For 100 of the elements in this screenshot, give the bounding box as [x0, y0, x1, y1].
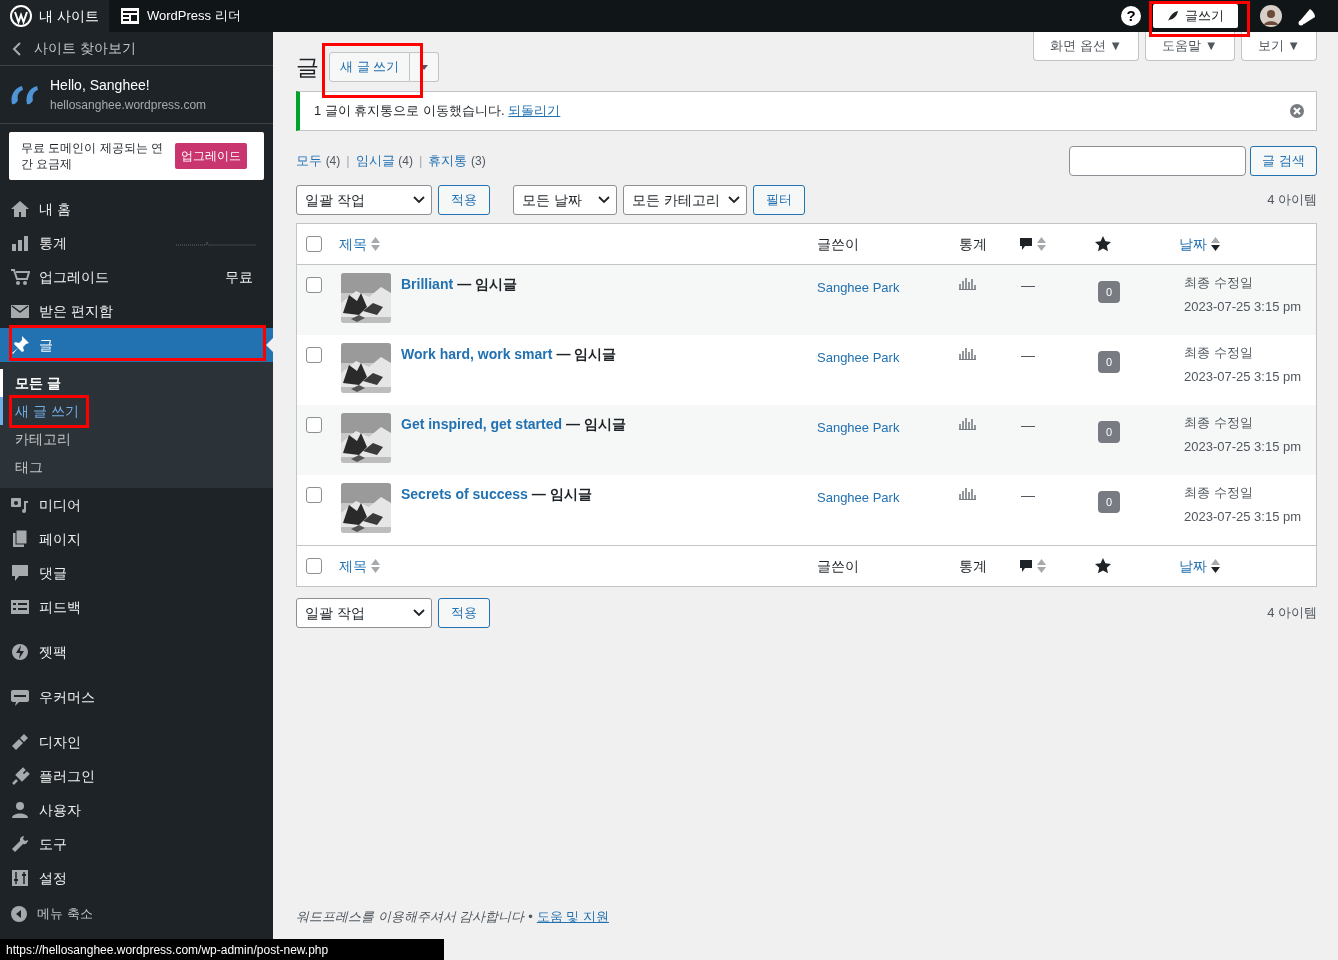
- post-state: — 임시글: [566, 416, 626, 432]
- author-link[interactable]: Sanghee Park: [817, 420, 900, 435]
- form-icon: [10, 597, 30, 617]
- screen-options-tab[interactable]: 보기 ▼: [1240, 32, 1317, 61]
- menu-item[interactable]: 업그레이드 무료: [0, 260, 273, 294]
- post-title-link[interactable]: Get inspired, get started: [401, 416, 563, 432]
- comment-count: —: [1021, 347, 1035, 363]
- reader-link[interactable]: WordPress 리더: [108, 0, 253, 32]
- bolt-icon: [10, 642, 30, 662]
- column-header: 통계: [959, 234, 987, 254]
- screen-options-tab[interactable]: 화면 옵션 ▼: [1032, 32, 1140, 61]
- column-sort-link[interactable]: 날짜: [1179, 555, 1207, 577]
- footer-text: 워드프레스를 이용해주셔서 감사합니다: [296, 907, 525, 926]
- author-link[interactable]: Sanghee Park: [817, 280, 900, 295]
- menu-item[interactable]: 페이지: [0, 522, 273, 556]
- menu-item[interactable]: 플러그인: [0, 759, 273, 793]
- comment-count: —: [1021, 417, 1035, 433]
- chevron-down-icon: [598, 196, 610, 204]
- author-link[interactable]: Sanghee Park: [817, 350, 900, 365]
- menu-item[interactable]: 도구: [0, 827, 273, 861]
- separator: |: [346, 152, 350, 171]
- back-link[interactable]: 사이트 찾아보기: [0, 32, 273, 66]
- stats-icon[interactable]: [959, 276, 976, 290]
- select-field[interactable]: 모든 날짜: [513, 185, 617, 215]
- checkbox[interactable]: [306, 236, 322, 252]
- secondary-button[interactable]: 적용: [438, 598, 490, 628]
- menu-item[interactable]: 미디어: [0, 488, 273, 522]
- menu-item[interactable]: 내 홈: [0, 192, 273, 226]
- media-icon: [10, 495, 30, 515]
- user-icon: [10, 800, 30, 820]
- checkbox[interactable]: [306, 558, 322, 574]
- menu-item[interactable]: 젯팩: [0, 635, 273, 669]
- checkbox[interactable]: [306, 277, 322, 293]
- checkbox[interactable]: [306, 487, 322, 503]
- view-filter-link[interactable]: 휴지통 (3): [428, 151, 486, 171]
- stats-icon[interactable]: [959, 486, 976, 500]
- site-greeting: Hello, Sanghee!: [50, 76, 151, 95]
- submenu-item[interactable]: 카테고리: [0, 425, 273, 453]
- submenu-item[interactable]: 모든 글: [0, 369, 273, 397]
- wordpress-logo-icon: [10, 5, 32, 27]
- column-sort-link[interactable]: 제목: [339, 233, 367, 255]
- help-icon[interactable]: ?: [1121, 6, 1141, 26]
- menu-item[interactable]: 디자인: [0, 725, 273, 759]
- select-field[interactable]: 모든 카테고리: [623, 185, 747, 215]
- post-title-link[interactable]: Work hard, work smart: [401, 346, 553, 362]
- checkbox[interactable]: [306, 417, 322, 433]
- select-field[interactable]: 일괄 작업: [296, 185, 432, 215]
- column-sort-link[interactable]: 제목: [339, 555, 367, 577]
- undo-link[interactable]: 되돌리기: [508, 103, 561, 119]
- chevron-left-icon: [12, 41, 22, 56]
- speech-bubble-icon[interactable]: [1019, 237, 1033, 251]
- stats-icon[interactable]: [959, 346, 976, 360]
- speech-bubble-icon: [10, 563, 30, 583]
- submenu-item[interactable]: 태그: [0, 453, 273, 481]
- avatar-icon[interactable]: [1260, 5, 1282, 27]
- like-count-badge: 0: [1098, 351, 1120, 374]
- write-button[interactable]: 글쓰기: [1153, 4, 1238, 28]
- submenu-item[interactable]: 새 글 쓰기: [0, 397, 273, 425]
- post-title-link[interactable]: Brilliant: [401, 276, 454, 292]
- add-new-button[interactable]: 새 글 쓰기: [329, 52, 411, 82]
- cart-icon: [10, 267, 30, 287]
- search-field[interactable]: [1069, 146, 1247, 176]
- menu-item[interactable]: 댓글: [0, 556, 273, 590]
- chevron-down-icon: [728, 196, 740, 204]
- dismiss-icon[interactable]: [1290, 104, 1304, 118]
- menu-item[interactable]: 피드백: [0, 590, 273, 624]
- search-button[interactable]: 글 검색: [1250, 146, 1317, 176]
- sparkline-icon: [176, 240, 256, 246]
- checkbox[interactable]: [306, 347, 322, 363]
- my-site-menu[interactable]: 내 사이트: [0, 0, 109, 32]
- item-count: 4 아이템: [1267, 604, 1317, 623]
- post-title-link[interactable]: Secrets of success: [401, 486, 528, 502]
- bar-chart-icon: [10, 233, 30, 253]
- view-filter-link[interactable]: 임시글 (4): [355, 151, 413, 171]
- post-state: — 임시글: [457, 276, 517, 292]
- chevron-down-icon: [413, 609, 425, 617]
- speech-bubble-icon[interactable]: [1019, 559, 1033, 573]
- stats-icon[interactable]: [959, 416, 976, 430]
- secondary-button[interactable]: 필터: [753, 185, 805, 215]
- date-label: 최종 수정일: [1184, 414, 1254, 432]
- author-link[interactable]: Sanghee Park: [817, 490, 900, 505]
- column-sort-link[interactable]: 날짜: [1179, 233, 1207, 255]
- menu-item[interactable]: 받은 편지함: [0, 294, 273, 328]
- like-count-badge: 0: [1098, 421, 1120, 444]
- post-state: — 임시글: [556, 346, 617, 362]
- help-support-link[interactable]: 도움 및 지원: [536, 906, 610, 926]
- view-filter-link[interactable]: 모두 (4): [296, 151, 341, 171]
- menu-item[interactable]: 통계: [0, 226, 273, 260]
- date-label: 최종 수정일: [1184, 344, 1254, 362]
- menu-item[interactable]: 사용자: [0, 793, 273, 827]
- current-pointer-icon: [266, 338, 273, 352]
- upgrade-button[interactable]: 업그레이드: [175, 143, 247, 169]
- quote-icon: [10, 83, 40, 106]
- secondary-button[interactable]: 적용: [438, 185, 490, 215]
- collapse-menu-button[interactable]: 메뉴 축소: [0, 897, 273, 931]
- select-field[interactable]: 일괄 작업: [296, 598, 432, 628]
- site-url: hellosanghee.wordpress.com: [50, 97, 207, 114]
- menu-item[interactable]: 설정: [0, 861, 273, 895]
- comment-count: —: [1021, 277, 1035, 293]
- menu-item[interactable]: 우커머스: [0, 680, 273, 714]
